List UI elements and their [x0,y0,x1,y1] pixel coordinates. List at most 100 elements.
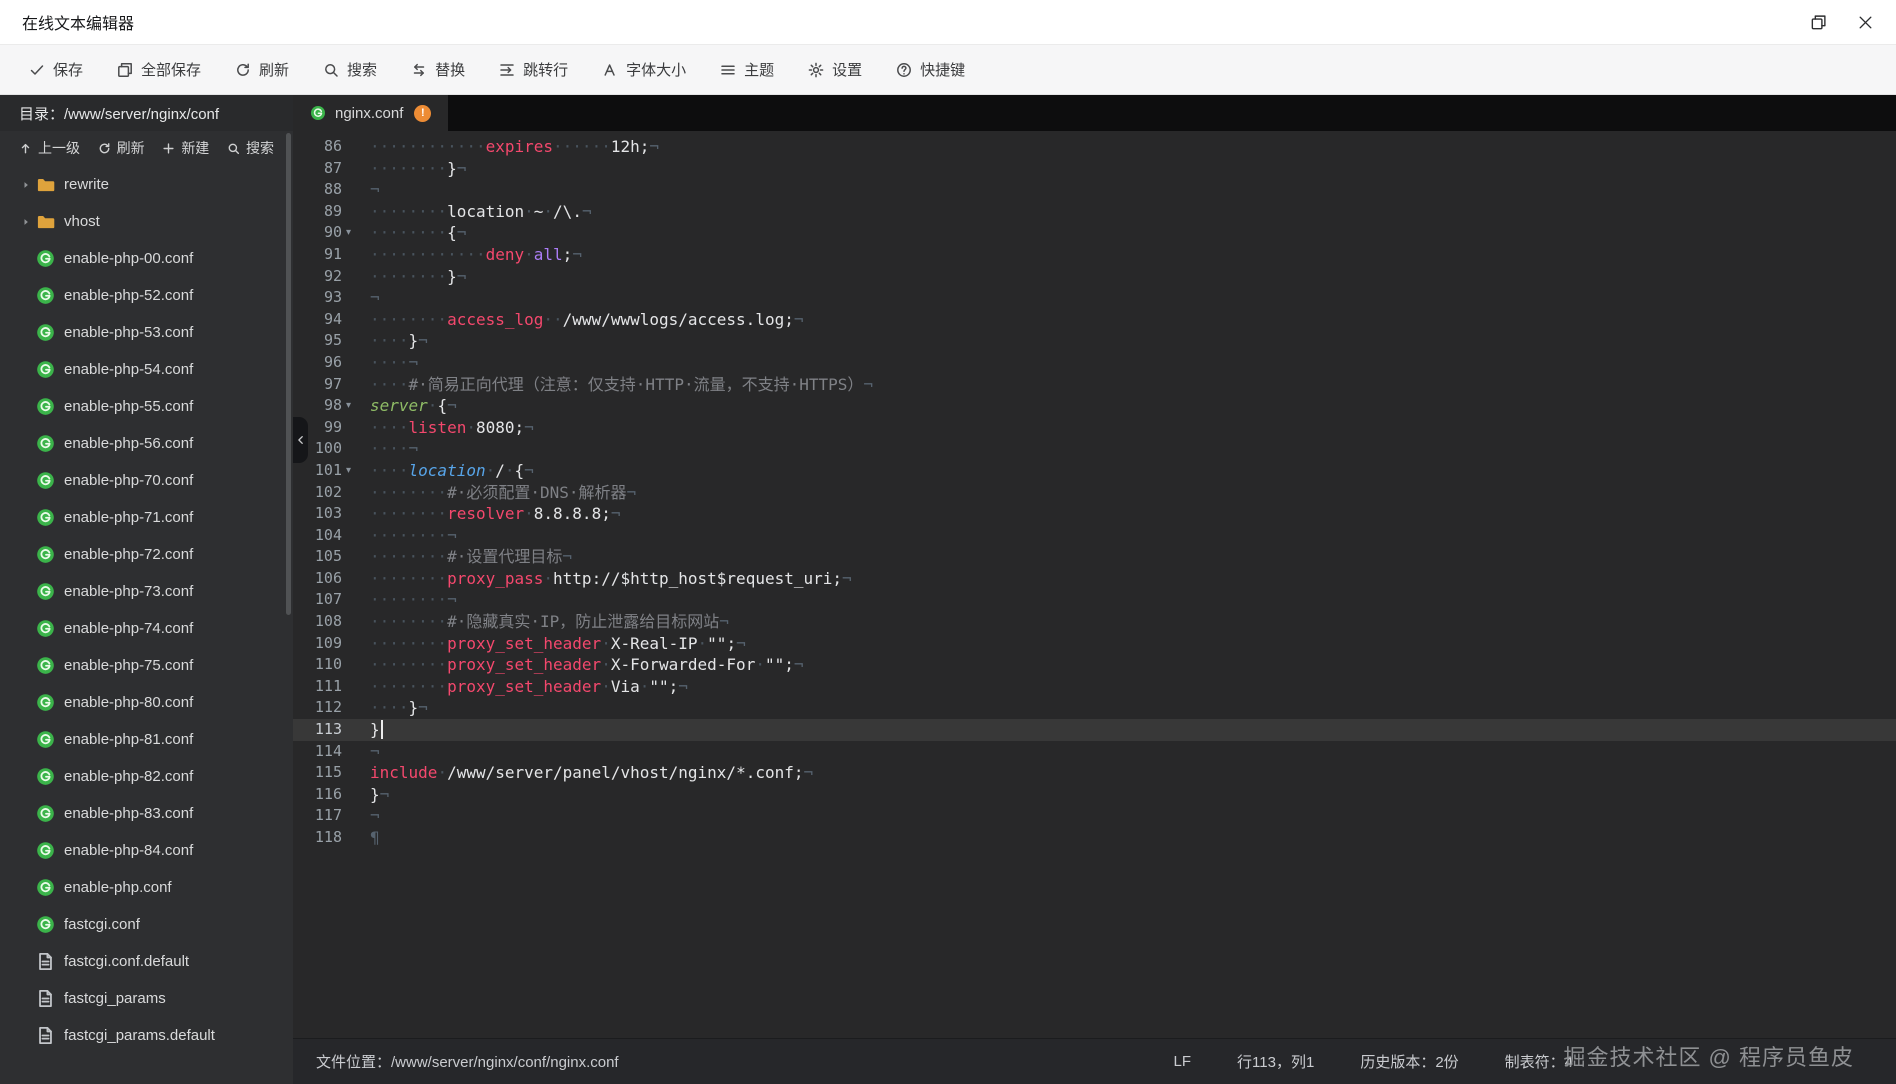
tree-item-fastcgi.conf[interactable]: fastcgi.conf [0,906,293,943]
code-line-114[interactable]: 114¬ [293,741,1896,763]
code-line-109[interactable]: 109········proxy_set_header·X-Real-IP·""… [293,633,1896,655]
tree-item-enable-php-80.conf[interactable]: enable-php-80.conf [0,684,293,721]
code-line-105[interactable]: 105········#·设置代理目标¬ [293,546,1896,568]
maximize-restore-icon[interactable] [1810,14,1827,31]
tree-item-enable-php-54.conf[interactable]: enable-php-54.conf [0,351,293,388]
tree-item-fastcgi_params[interactable]: fastcgi_params [0,980,293,1017]
code-line-118[interactable]: 118¶ [293,827,1896,849]
code-line-97[interactable]: 97····#·简易正向代理（注意：仅支持·HTTP·流量，不支持·HTTPS）… [293,374,1896,396]
line-gutter: 102 [293,482,359,504]
tab-size-indicator[interactable]: 制表符：4 [1505,1051,1573,1072]
tree-item-label: enable-php-54.conf [64,361,193,378]
tree-item-enable-php-72.conf[interactable]: enable-php-72.conf [0,536,293,573]
code-line-93[interactable]: 93¬ [293,287,1896,309]
code-line-95[interactable]: 95····}¬ [293,330,1896,352]
code-line-115[interactable]: 115include·/www/server/panel/vhost/nginx… [293,762,1896,784]
conf-file-icon [36,397,55,416]
tree-item-enable-php-52.conf[interactable]: enable-php-52.conf [0,277,293,314]
goto-line-button[interactable]: 跳转行 [482,45,585,94]
tree-item-vhost[interactable]: vhost [0,203,293,240]
tree-item-label: enable-php-56.conf [64,435,193,452]
code-line-100[interactable]: 100····¬ [293,438,1896,460]
line-ending-indicator[interactable]: LF [1174,1053,1192,1070]
code-line-110[interactable]: 110········proxy_set_header·X-Forwarded-… [293,654,1896,676]
sidebar-scrollbar[interactable] [286,133,291,615]
tree-item-enable-php-70.conf[interactable]: enable-php-70.conf [0,462,293,499]
sidebar-collapse-handle[interactable] [293,417,308,463]
tree-item-enable-php-84.conf[interactable]: enable-php-84.conf [0,832,293,869]
tree-item-enable-php-81.conf[interactable]: enable-php-81.conf [0,721,293,758]
code-line-87[interactable]: 87········}¬ [293,158,1896,180]
fold-arrow-icon[interactable]: ▾ [342,460,355,482]
code-line-89[interactable]: 89········location·~·/\.¬ [293,201,1896,223]
tree-item-fastcgi_params.default[interactable]: fastcgi_params.default [0,1017,293,1054]
refresh-button[interactable]: 刷新 [218,45,306,94]
code-text: ····}¬ [359,697,428,719]
code-line-106[interactable]: 106········proxy_pass·http://$http_host$… [293,568,1896,590]
tab-nginx-conf[interactable]: nginx.conf ! [293,95,448,131]
code-line-88[interactable]: 88¬ [293,179,1896,201]
code-line-107[interactable]: 107········¬ [293,589,1896,611]
text-cursor [381,720,384,739]
tree-item-enable-php-53.conf[interactable]: enable-php-53.conf [0,314,293,351]
tree-item-label: fastcgi.conf.default [64,953,189,970]
code-line-92[interactable]: 92········}¬ [293,266,1896,288]
code-line-98[interactable]: 98▾server·{¬ [293,395,1896,417]
shortcuts-button[interactable]: 快捷键 [879,45,982,94]
code-editor[interactable]: 86············expires······12h;¬87······… [293,131,1896,1038]
code-line-99[interactable]: 99····listen·8080;¬ [293,417,1896,439]
settings-button[interactable]: 设置 [791,45,879,94]
code-text: ¬ [359,179,380,201]
tree-item-enable-php.conf[interactable]: enable-php.conf [0,869,293,906]
fold-arrow-icon[interactable]: ▾ [342,222,355,244]
code-line-103[interactable]: 103········resolver·8.8.8.8;¬ [293,503,1896,525]
tree-item-enable-php-56.conf[interactable]: enable-php-56.conf [0,425,293,462]
tree-expand-icon[interactable] [16,217,36,227]
replace-button[interactable]: 替换 [394,45,482,94]
tree-item-fastcgi.conf.default[interactable]: fastcgi.conf.default [0,943,293,980]
code-line-86[interactable]: 86············expires······12h;¬ [293,136,1896,158]
code-line-94[interactable]: 94········access_log··/www/wwwlogs/acces… [293,309,1896,331]
tree-item-enable-php-55.conf[interactable]: enable-php-55.conf [0,388,293,425]
code-line-91[interactable]: 91············deny·all;¬ [293,244,1896,266]
tree-item-label: enable-php-53.conf [64,324,193,341]
line-number: 94 [324,309,342,331]
code-text: ········proxy_set_header·Via·"";¬ [359,676,688,698]
code-line-104[interactable]: 104········¬ [293,525,1896,547]
code-line-111[interactable]: 111········proxy_set_header·Via·"";¬ [293,676,1896,698]
theme-button[interactable]: 主题 [703,45,791,94]
fold-arrow-icon[interactable]: ▾ [342,395,355,417]
sidebar-nav-search[interactable]: 搜索 [227,138,274,158]
code-line-108[interactable]: 108········#·隐藏真实·IP，防止泄露给目标网站¬ [293,611,1896,633]
save-button[interactable]: 保存 [12,45,100,94]
code-text: ····}¬ [359,330,428,352]
code-line-116[interactable]: 116}¬ [293,784,1896,806]
sidebar-nav-new[interactable]: 新建 [162,138,209,158]
tree-item-rewrite[interactable]: rewrite [0,166,293,203]
tree-item-enable-php-73.conf[interactable]: enable-php-73.conf [0,573,293,610]
sidebar-nav-up-level[interactable]: 上一级 [19,138,80,158]
sidebar-nav-refresh[interactable]: 刷新 [98,138,145,158]
font-size-button[interactable]: 字体大小 [585,45,703,94]
tree-item-enable-php-75.conf[interactable]: enable-php-75.conf [0,647,293,684]
code-line-113[interactable]: 113} [293,719,1896,741]
save-all-button[interactable]: 全部保存 [100,45,218,94]
code-line-90[interactable]: 90▾········{¬ [293,222,1896,244]
code-line-112[interactable]: 112····}¬ [293,697,1896,719]
tree-item-enable-php-74.conf[interactable]: enable-php-74.conf [0,610,293,647]
tree-item-enable-php-82.conf[interactable]: enable-php-82.conf [0,758,293,795]
tree-item-enable-php-00.conf[interactable]: enable-php-00.conf [0,240,293,277]
arrow-up-icon [19,142,32,155]
tree-item-enable-php-71.conf[interactable]: enable-php-71.conf [0,499,293,536]
code-line-96[interactable]: 96····¬ [293,352,1896,374]
code-line-117[interactable]: 117¬ [293,805,1896,827]
search-button[interactable]: 搜索 [306,45,394,94]
line-gutter: 101▾ [293,460,359,482]
tree-expand-icon[interactable] [16,180,36,190]
history-versions[interactable]: 历史版本：2份 [1360,1051,1458,1072]
code-line-102[interactable]: 102········#·必须配置·DNS·解析器¬ [293,482,1896,504]
tree-item-enable-php-83.conf[interactable]: enable-php-83.conf [0,795,293,832]
code-line-101[interactable]: 101▾····location·/·{¬ [293,460,1896,482]
close-icon[interactable] [1857,14,1874,31]
doc-file-icon [36,952,55,971]
